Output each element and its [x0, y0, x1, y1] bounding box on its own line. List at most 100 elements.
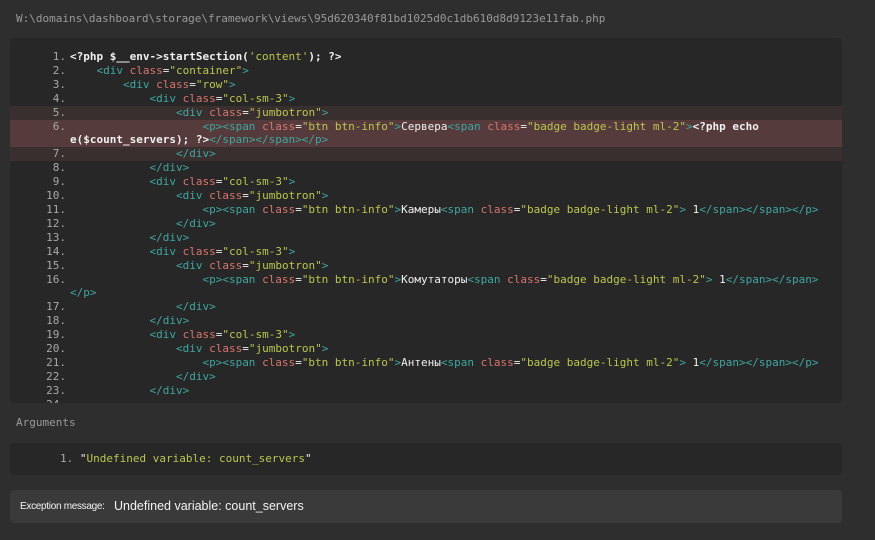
- code-token: class: [182, 91, 216, 105]
- line-number: 7.: [52, 147, 66, 161]
- code-token: >: [679, 202, 686, 216]
- code-token: <span: [447, 119, 488, 133]
- line-number: 6.: [52, 119, 66, 133]
- code-line: 12. </div>: [10, 217, 842, 231]
- code-line: 1. <?php $__env->startSection('content');…: [10, 50, 842, 64]
- code-token: <?php $__env->startSection(: [70, 50, 249, 63]
- code-token: "badge badge-light ml-2": [527, 119, 686, 133]
- code-line: 11. <p><span class="btn btn-info">Камеры…: [10, 203, 842, 217]
- code-token: >: [321, 189, 329, 203]
- code-token: class: [507, 272, 541, 286]
- code-token: </div>: [149, 161, 190, 175]
- code-token: >: [321, 258, 329, 272]
- line-source: <div class="col-sm-3">: [70, 328, 832, 342]
- code-token: </div>: [149, 230, 190, 244]
- code-token: </span></span></p>: [699, 202, 819, 216]
- code-token: =: [189, 77, 196, 91]
- line-number: 17.: [46, 300, 66, 314]
- code-token: class: [129, 63, 163, 77]
- line-number: 13.: [46, 230, 66, 244]
- line-source: </div>: [70, 384, 832, 398]
- code-token: </span></span></p>: [209, 133, 329, 147]
- code-token: <p><span: [202, 202, 263, 216]
- code-token: <div: [149, 328, 183, 342]
- exception-message: Undefined variable: count_servers: [114, 499, 304, 513]
- code-token: Камеры: [401, 202, 441, 216]
- line-number: 19.: [46, 328, 66, 342]
- line-number: 21.: [46, 355, 66, 369]
- code-token: =: [242, 105, 249, 119]
- code-line: 18. </div>: [10, 314, 842, 328]
- code-token: "jumbotron": [248, 189, 322, 203]
- code-token: class: [262, 202, 296, 216]
- code-token: class: [480, 355, 514, 369]
- arguments-panel: 1. "Undefined variable: count_servers": [10, 443, 842, 475]
- code-token: =: [242, 342, 249, 356]
- code-token: "badge badge-light ml-2": [520, 202, 680, 216]
- line-number: 16.: [46, 272, 66, 286]
- code-token: class: [182, 244, 216, 258]
- code-line: 20. <div class="jumbotron">: [10, 342, 842, 356]
- code-token: class: [209, 342, 243, 356]
- code-token: class: [209, 189, 243, 203]
- code-token: class: [182, 328, 216, 342]
- line-source: </div>: [70, 314, 832, 328]
- code-line: 14. <div class="col-sm-3">: [10, 245, 842, 259]
- code-token: class: [182, 175, 216, 189]
- code-line: 9. <div class="col-sm-3">: [10, 175, 842, 189]
- code-token: class: [262, 355, 296, 369]
- line-number: 4.: [52, 91, 66, 105]
- argument-item: 1. "Undefined variable: count_servers": [60, 452, 312, 465]
- code-token: >: [242, 63, 249, 77]
- code-frame[interactable]: 1. <?php $__env->startSection('content');…: [10, 38, 842, 403]
- code-token: class: [209, 105, 243, 119]
- line-source: <p><span class="btn btn-info">Сервера<sp…: [70, 120, 832, 148]
- file-path: W:\domains\dashboard\storage\framework\v…: [16, 12, 606, 25]
- code-token: >: [288, 244, 296, 258]
- code-token: </div>: [175, 216, 216, 230]
- code-line: 4. <div class="col-sm-3">: [10, 92, 842, 106]
- line-number: 18.: [46, 314, 66, 328]
- code-token: Комутаторы: [401, 272, 468, 286]
- code-token: =: [242, 189, 249, 203]
- code-token: </div>: [175, 300, 216, 314]
- code-token: "btn btn-info": [301, 355, 395, 369]
- code-token: <p><span: [202, 355, 263, 369]
- code-token: <span: [440, 202, 481, 216]
- code-token: >: [685, 119, 693, 133]
- exception-label: Exception message:: [20, 501, 105, 512]
- code-token: class: [209, 258, 243, 272]
- code-token: =: [295, 202, 302, 216]
- code-token: <p><span: [202, 119, 263, 133]
- code-token: 1: [712, 272, 726, 286]
- line-source: <div class="row">: [70, 78, 832, 92]
- code-token: </div>: [175, 147, 216, 161]
- code-line: 7. </div>: [10, 147, 842, 162]
- line-number: 15.: [46, 258, 66, 272]
- code-token: >: [228, 77, 236, 91]
- code-token: Антены: [401, 355, 441, 369]
- line-number: 10.: [46, 189, 66, 203]
- code-token: </div>: [149, 314, 190, 328]
- code-listing: 1. <?php $__env->startSection('content');…: [10, 50, 842, 403]
- code-token: "badge badge-light ml-2": [546, 272, 706, 286]
- code-token: "btn btn-info": [301, 119, 395, 133]
- line-source: <div class="jumbotron">: [70, 189, 832, 203]
- line-source: </div>: [70, 217, 832, 231]
- code-token: =: [540, 272, 547, 286]
- code-line: 8. </div>: [10, 161, 842, 175]
- code-token: 'content': [248, 50, 309, 63]
- line-number: 8.: [52, 161, 66, 175]
